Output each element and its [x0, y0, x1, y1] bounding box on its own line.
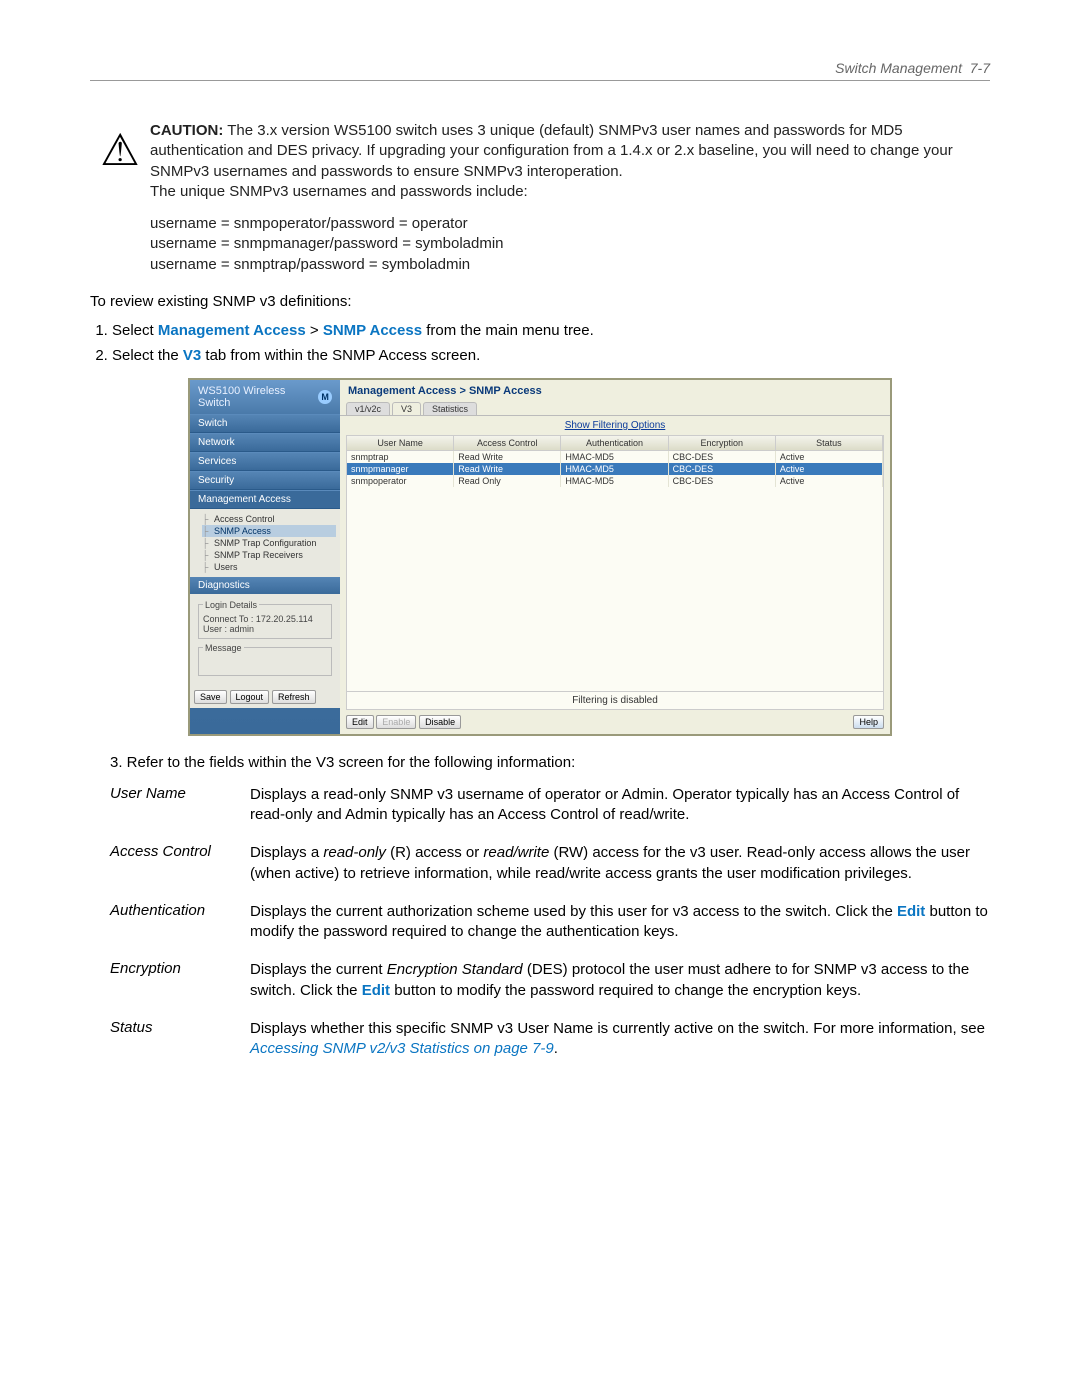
caution-label: CAUTION:: [150, 122, 223, 139]
cred-line: username = snmpoperator/password = opera…: [150, 214, 990, 234]
help-button[interactable]: Help: [853, 715, 884, 729]
step-3: 3. Refer to the fields within the V3 scr…: [110, 754, 990, 771]
breadcrumb: Management Access > SNMP Access: [340, 380, 890, 402]
sidebar-item-security[interactable]: Security: [190, 471, 340, 490]
tab-name-v3: V3: [183, 347, 201, 364]
filter-link-row: Show Filtering Options: [340, 416, 890, 435]
step-1: Select Management Access > SNMP Access f…: [112, 322, 990, 339]
xref-link[interactable]: Accessing SNMP v2/v3 Statistics on page …: [250, 1040, 554, 1057]
tree-snmp-trap-config[interactable]: SNMP Trap Configuration: [202, 537, 336, 549]
sidebar: WS5100 Wireless Switch M Switch Network …: [190, 380, 340, 734]
bottom-button-row: Edit Enable Disable Help: [340, 710, 890, 734]
col-authentication[interactable]: Authentication: [561, 436, 668, 451]
caution-icon: ⚠: [90, 121, 150, 275]
table-row[interactable]: snmpoperator Read Only HMAC-MD5 CBC-DES …: [347, 475, 883, 487]
def-term-auth: Authentication: [110, 902, 250, 943]
def-term-access: Access Control: [110, 843, 250, 884]
caution-text: CAUTION: The 3.x version WS5100 switch u…: [150, 121, 990, 275]
tab-bar: v1/v2c V3 Statistics: [340, 402, 890, 416]
logo-icon: M: [318, 390, 332, 404]
def-desc-auth: Displays the current authorization schem…: [250, 902, 990, 943]
nav-path-management-access: Management Access: [158, 322, 306, 339]
tree-users[interactable]: Users: [202, 561, 336, 573]
page-header: Switch Management 7-7: [90, 60, 990, 81]
sidebar-item-diagnostics[interactable]: Diagnostics: [190, 577, 340, 594]
connect-to: 172.20.25.114: [256, 614, 313, 624]
table-header-row: User Name Access Control Authentication …: [347, 436, 883, 451]
cred-line: username = snmptrap/password = symboladm…: [150, 255, 990, 275]
logout-button[interactable]: Logout: [230, 690, 270, 704]
tree-access-control[interactable]: Access Control: [202, 513, 336, 525]
def-term-status: Status: [110, 1019, 250, 1060]
table-row[interactable]: snmpmanager Read Write HMAC-MD5 CBC-DES …: [347, 463, 883, 475]
login-legend: Login Details: [203, 600, 259, 610]
def-term-enc: Encryption: [110, 960, 250, 1001]
nav-button-row: Save Logout Refresh: [190, 686, 340, 708]
snmp-v3-table: User Name Access Control Authentication …: [346, 435, 884, 710]
step-2: Select the V3 tab from within the SNMP A…: [112, 347, 990, 364]
col-username[interactable]: User Name: [347, 436, 454, 451]
def-desc-access: Displays a read-only (R) access or read/…: [250, 843, 990, 884]
embedded-screenshot: WS5100 Wireless Switch M Switch Network …: [188, 378, 892, 736]
caution-block: ⚠ CAUTION: The 3.x version WS5100 switch…: [90, 121, 990, 275]
col-status[interactable]: Status: [776, 436, 883, 451]
table-body: snmptrap Read Write HMAC-MD5 CBC-DES Act…: [347, 451, 883, 691]
sidebar-item-services[interactable]: Services: [190, 452, 340, 471]
caution-body2: The unique SNMPv3 usernames and password…: [150, 183, 528, 200]
field-definitions: User Name Displays a read-only SNMP v3 u…: [110, 785, 990, 1060]
tab-statistics[interactable]: Statistics: [423, 402, 477, 415]
tab-v3[interactable]: V3: [392, 402, 421, 415]
def-desc-username: Displays a read-only SNMP v3 username of…: [250, 785, 990, 826]
steps-list: Select Management Access > SNMP Access f…: [90, 322, 990, 364]
sidebar-item-switch[interactable]: Switch: [190, 414, 340, 433]
edit-button[interactable]: Edit: [346, 715, 374, 729]
app-title: WS5100 Wireless Switch: [198, 385, 318, 409]
main-panel: Management Access > SNMP Access v1/v2c V…: [340, 380, 890, 734]
save-button[interactable]: Save: [194, 690, 227, 704]
def-desc-status: Displays whether this specific SNMP v3 U…: [250, 1019, 990, 1060]
caution-body: The 3.x version WS5100 switch uses 3 uni…: [150, 122, 953, 180]
sidebar-item-management-access[interactable]: Management Access: [190, 490, 340, 509]
col-access-control[interactable]: Access Control: [454, 436, 561, 451]
nav-path-snmp-access: SNMP Access: [323, 322, 422, 339]
tab-v1v2c[interactable]: v1/v2c: [346, 402, 390, 415]
app-title-bar: WS5100 Wireless Switch M: [190, 380, 340, 414]
credentials-list: username = snmpoperator/password = opera…: [150, 214, 990, 275]
tree-snmp-access[interactable]: SNMP Access: [202, 525, 336, 537]
col-encryption[interactable]: Encryption: [669, 436, 776, 451]
sidebar-item-network[interactable]: Network: [190, 433, 340, 452]
sidebar-subtree: Access Control SNMP Access SNMP Trap Con…: [190, 509, 340, 577]
page-number: 7-7: [970, 60, 990, 76]
login-panel: Login Details Connect To : 172.20.25.114…: [190, 594, 340, 686]
filter-status: Filtering is disabled: [347, 691, 883, 709]
cred-line: username = snmpmanager/password = symbol…: [150, 234, 990, 254]
login-user: admin: [230, 624, 255, 634]
disable-button[interactable]: Disable: [419, 715, 461, 729]
refresh-button[interactable]: Refresh: [272, 690, 316, 704]
review-line: To review existing SNMP v3 definitions:: [90, 293, 990, 310]
enable-button[interactable]: Enable: [376, 715, 416, 729]
def-term-username: User Name: [110, 785, 250, 826]
message-legend: Message: [203, 643, 244, 653]
show-filtering-link[interactable]: Show Filtering Options: [565, 420, 666, 431]
section-name: Switch Management: [835, 60, 962, 76]
def-desc-enc: Displays the current Encryption Standard…: [250, 960, 990, 1001]
tree-snmp-trap-receivers[interactable]: SNMP Trap Receivers: [202, 549, 336, 561]
table-row[interactable]: snmptrap Read Write HMAC-MD5 CBC-DES Act…: [347, 451, 883, 463]
